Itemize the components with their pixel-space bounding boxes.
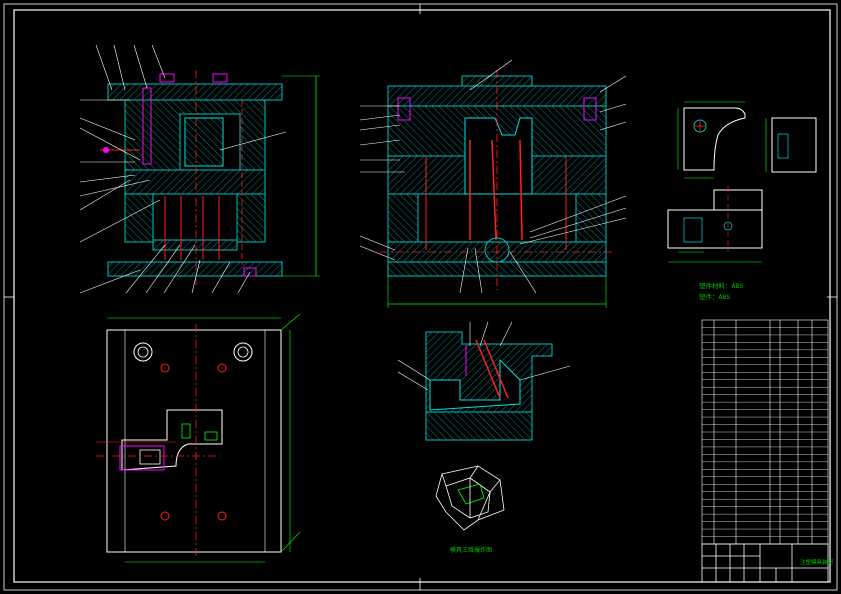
side-section-view	[359, 59, 627, 308]
part-detail-views: 塑件材料：ABS 塑件：ABS	[667, 101, 817, 301]
bom-rows	[702, 327, 828, 537]
material-note: 塑件材料：ABS	[699, 281, 743, 290]
exploded-3d-view: 模具三维爆炸图	[435, 465, 505, 554]
title-block-drawing-title: 注塑模具装配	[800, 558, 834, 566]
cad-drawing-sheet: 塑件材料：ABS 塑件：ABS 模具三维爆炸图 注塑模具装配	[3, 3, 838, 591]
exploded-view-caption: 模具三维爆炸图	[450, 546, 492, 554]
plastic-part-note: 塑件：ABS	[699, 292, 730, 301]
detail-section	[397, 321, 571, 441]
front-section-view	[79, 44, 320, 294]
plan-view	[96, 313, 301, 563]
